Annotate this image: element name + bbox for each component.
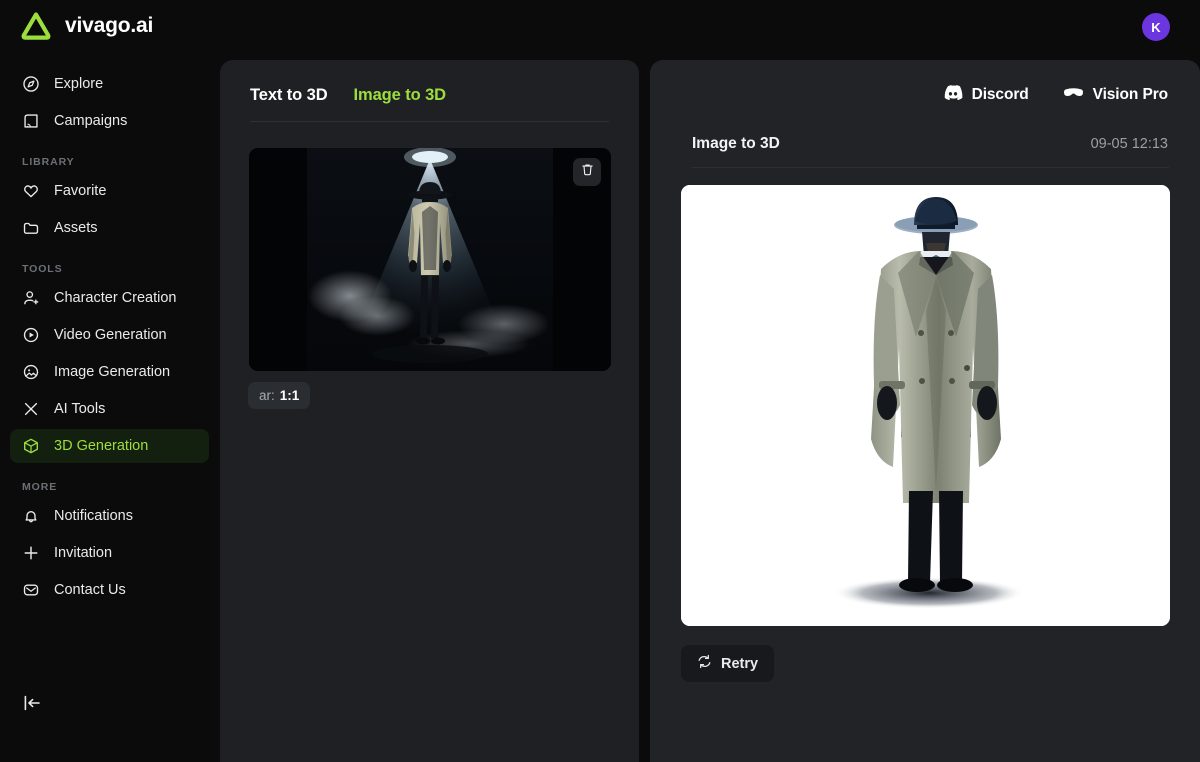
retry-label: Retry [721,655,759,672]
generation-input-panel: Text to 3D Image to 3D ar: 1:1 [220,60,639,762]
brand[interactable]: vivago.ai [0,9,153,43]
discord-link[interactable]: Discord [943,84,1029,105]
sidebar-item-label: Campaigns [54,113,128,129]
sidebar-item-label: Contact Us [54,582,126,598]
discord-label: Discord [971,85,1029,103]
mail-icon [22,581,40,599]
source-image [249,148,611,371]
sidebar: Explore Campaigns LIBRARY Favorite Asset… [0,52,219,762]
plus-icon [22,544,40,562]
tab-image-to-3d[interactable]: Image to 3D [354,86,447,121]
source-image-card[interactable] [249,148,611,371]
avatar[interactable]: K [1142,13,1170,41]
sidebar-item-label: Notifications [54,508,133,524]
sidebar-item-label: Assets [54,220,98,236]
aspect-ratio-badge[interactable]: ar: 1:1 [248,382,311,409]
triangle-logo-icon [18,9,54,43]
sidebar-item-contact-us[interactable]: Contact Us [10,573,209,607]
job-timestamp: 09-05 12:13 [1090,136,1168,152]
bell-icon [22,507,40,525]
image-circle-icon [22,363,40,381]
sidebar-item-video-generation[interactable]: Video Generation [10,318,209,352]
sidebar-section-more: MORE [22,481,58,493]
result-panel-links: Discord Vision Pro [650,60,1200,105]
vision-pro-label: Vision Pro [1092,85,1168,103]
trash-icon [580,162,595,182]
sidebar-item-label: Favorite [54,183,107,199]
mode-tabs: Text to 3D Image to 3D [220,60,639,121]
discord-icon [943,84,963,105]
sidebar-item-notifications[interactable]: Notifications [10,499,209,533]
delete-source-image-button[interactable] [573,158,601,186]
play-circle-icon [22,326,40,344]
tab-text-to-3d[interactable]: Text to 3D [250,86,328,121]
job-title: Image to 3D [692,135,780,152]
sidebar-item-image-generation[interactable]: Image Generation [10,355,209,389]
aspect-ratio-value: 1:1 [279,388,300,403]
cube-icon [22,437,40,455]
collapse-sidebar-icon[interactable] [22,692,44,714]
sidebar-item-label: Explore [54,76,104,92]
aspect-ratio-key: ar: [259,388,275,403]
sidebar-item-invitation[interactable]: Invitation [10,536,209,570]
sidebar-item-label: AI Tools [54,401,106,417]
person-add-icon [22,289,40,307]
sidebar-item-label: Image Generation [54,364,171,380]
sidebar-item-assets[interactable]: Assets [10,211,209,245]
heart-icon [22,182,40,200]
folder-icon [22,219,40,237]
vision-pro-link[interactable]: Vision Pro [1063,86,1168,104]
retry-button[interactable]: Retry [681,645,775,682]
top-bar: vivago.ai K [0,0,1200,52]
sidebar-item-label: 3D Generation [54,438,149,454]
app-root: vivago.ai K Explore Campaigns LIBRARY Fa… [0,0,1200,762]
sidebar-item-campaigns[interactable]: Campaigns [10,104,209,138]
sidebar-item-label: Invitation [54,545,113,561]
vision-pro-icon [1063,86,1084,104]
compass-icon [22,75,40,93]
sidebar-item-label: Character Creation [54,290,177,306]
sidebar-item-3d-generation[interactable]: 3D Generation [10,429,209,463]
campaign-icon [22,112,40,130]
result-header-divider [692,167,1169,168]
brand-name: vivago.ai [65,14,154,37]
sidebar-section-tools: TOOLS [22,263,63,275]
sidebar-item-ai-tools[interactable]: AI Tools [10,392,209,426]
result-panel: Discord Vision Pro Image to 3D 09-05 12:… [650,60,1200,762]
sidebar-item-character-creation[interactable]: Character Creation [10,281,209,315]
generated-result-image[interactable] [681,185,1170,626]
sidebar-item-favorite[interactable]: Favorite [10,174,209,208]
result-header: Image to 3D 09-05 12:13 [650,113,1200,153]
sidebar-item-label: Video Generation [54,327,167,343]
refresh-icon [697,654,712,673]
sidebar-item-explore[interactable]: Explore [10,67,209,101]
scissors-icon [22,400,40,418]
tabs-divider [250,121,609,122]
sidebar-section-library: LIBRARY [22,156,75,168]
